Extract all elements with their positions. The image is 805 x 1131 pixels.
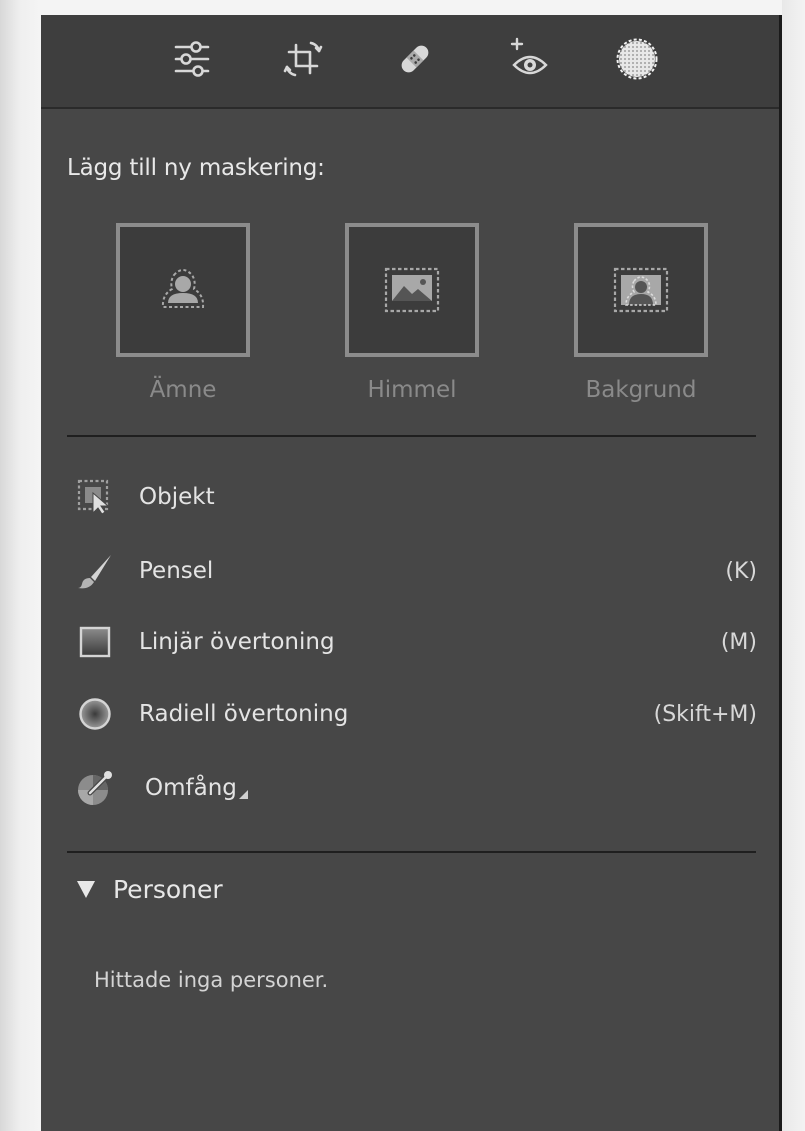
menu-item-shortcut: (M) [720, 629, 757, 655]
edit-toolbar [41, 15, 779, 109]
background-mask-icon [613, 267, 669, 313]
disclosure-triangle-icon [77, 881, 95, 898]
people-section-title: Personer [113, 875, 223, 904]
add-mask-heading: Lägg till ny maskering: [67, 155, 325, 181]
menu-item-object[interactable]: Objekt [75, 473, 757, 521]
menu-item-label: Objekt [139, 484, 215, 510]
crop-icon[interactable] [279, 35, 327, 83]
object-select-icon [75, 477, 115, 517]
background-strip [782, 0, 805, 1131]
submenu-caret-icon [238, 790, 248, 799]
menu-item-range[interactable]: Omfång [75, 764, 757, 812]
menu-item-label: Pensel [139, 558, 214, 584]
people-section-header[interactable]: Personer [77, 875, 223, 904]
sky-mask-icon [384, 267, 440, 313]
red-eye-icon[interactable] [506, 35, 554, 83]
menu-item-brush[interactable]: Pensel (K) [75, 547, 757, 595]
background-mask-label: Bakgrund [585, 377, 697, 403]
menu-item-label: Linjär övertoning [139, 629, 335, 655]
masking-icon[interactable] [613, 35, 661, 83]
menu-item-label: Omfång [145, 775, 248, 801]
menu-item-label: Radiell övertoning [139, 701, 349, 727]
subject-mask-label: Ämne [149, 377, 217, 403]
menu-item-shortcut: (Skift+M) [653, 701, 757, 727]
background-mask-button[interactable] [574, 223, 708, 357]
linear-gradient-icon [75, 622, 115, 662]
edit-sliders-icon[interactable] [168, 35, 216, 83]
range-icon [75, 768, 115, 808]
divider [67, 435, 756, 437]
heal-icon[interactable] [391, 35, 439, 83]
subject-mask-icon [161, 269, 205, 308]
menu-item-radial-gradient[interactable]: Radiell övertoning (Skift+M) [75, 690, 757, 738]
sky-mask-button[interactable] [345, 223, 479, 357]
menu-item-shortcut: (K) [725, 558, 757, 584]
sky-mask-label: Himmel [367, 377, 457, 403]
menu-item-linear-gradient[interactable]: Linjär övertoning (M) [75, 618, 757, 666]
subject-mask-button[interactable] [116, 223, 250, 357]
divider [67, 851, 756, 853]
people-empty-message: Hittade inga personer. [94, 968, 329, 992]
radial-gradient-icon [75, 694, 115, 734]
masking-panel: Lägg till ny maskering: Ämne Himmel Bakg… [41, 15, 782, 1131]
brush-icon [75, 551, 115, 591]
